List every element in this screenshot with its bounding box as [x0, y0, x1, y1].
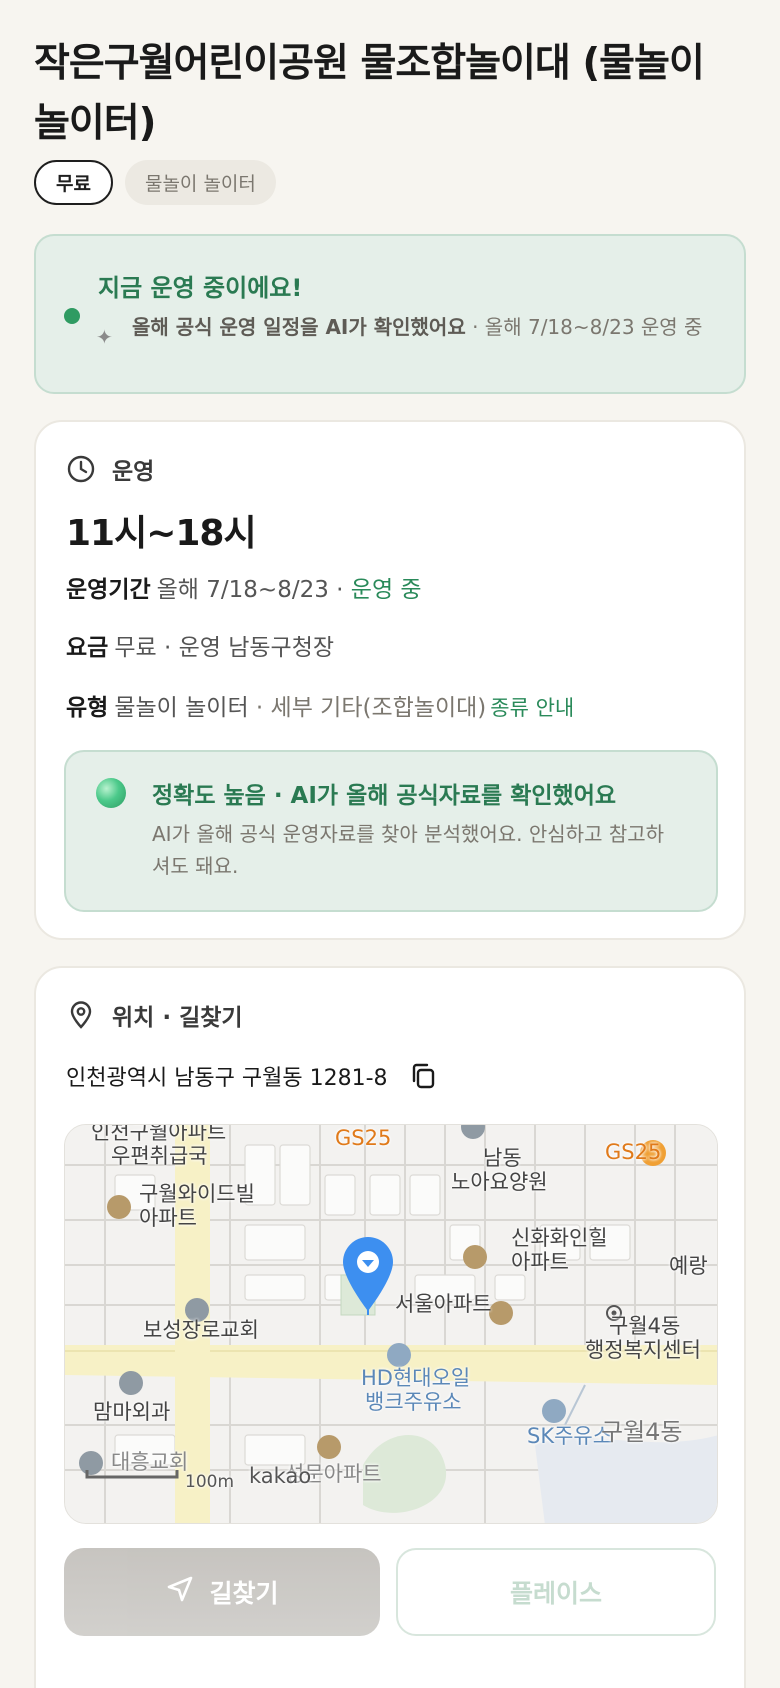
route-button[interactable]: 길찾기 — [64, 1548, 380, 1636]
address-row: 인천광역시 남동구 구월동 1281-8 — [66, 1060, 438, 1092]
period-value: 올해 7/18~8/23 · — [156, 577, 351, 603]
operation-header: 운영 — [66, 452, 154, 486]
map-label: 구월4동 — [601, 1418, 683, 1446]
fee-label: 요금 — [66, 635, 109, 661]
operating-hours: 11시~18시 — [66, 513, 257, 554]
accuracy-title: 정확도 높음 · AI가 올해 공식자료를 확인했어요 — [152, 783, 617, 809]
status-banner: 지금 운영 중이에요! ✦ 올해 공식 운영 일정을 AI가 확인했어요 · 올… — [34, 234, 746, 394]
navigation-arrow-icon — [165, 1574, 195, 1610]
map-label: 구월4동 — [609, 1314, 681, 1338]
location-header: 위치 · 길찾기 — [66, 998, 243, 1032]
map-label: 우편취급국 — [111, 1144, 208, 1168]
period-label: 운영기간 — [66, 577, 151, 603]
tag-list: 무료 물놀이 놀이터 — [34, 160, 276, 205]
location-title: 위치 · 길찾기 — [112, 1005, 243, 1031]
copy-icon[interactable] — [408, 1061, 438, 1091]
location-pin-icon — [66, 1000, 96, 1030]
operation-title: 운영 — [112, 459, 155, 485]
period-row: 운영기간 올해 7/18~8/23 · 운영 중 — [66, 570, 422, 604]
map-label: GS25 — [605, 1140, 662, 1164]
operation-card: 운영 11시~18시 운영기간 올해 7/18~8/23 · 운영 중 요금 무료 … — [34, 420, 746, 940]
map-label: 아파트 — [139, 1206, 197, 1230]
sparkle-icon: ✦ — [96, 325, 113, 349]
map-label: 뱅크주유소 — [365, 1390, 462, 1414]
place-button[interactable]: 플레이스 — [396, 1548, 716, 1636]
map-brand-label: kakao — [249, 1464, 312, 1488]
status-detail-bold: 올해 공식 운영 일정을 AI가 확인했어요 — [132, 315, 466, 339]
type-label: 유형 — [66, 695, 109, 721]
page-title: 작은구월어린이공원 물조합놀이대 (물놀이 놀이터) — [34, 41, 705, 146]
map-scale-label: 100m — [185, 1472, 235, 1492]
accuracy-body: AI가 올해 공식 운영자료를 찾아 분석했어요. 안심하고 참고하셔도 돼요. — [152, 822, 665, 878]
map-label: 아파트 — [511, 1250, 569, 1274]
map-label: 맘마외과 — [93, 1400, 171, 1424]
type-detail: · 세부 기타(조합놀이대) — [248, 695, 487, 721]
type-value: 물놀이 놀이터 — [114, 695, 249, 721]
accuracy-notice: 정확도 높음 · AI가 올해 공식자료를 확인했어요 AI가 올해 공식 운영… — [64, 750, 718, 912]
map-label: 행정복지센터 — [585, 1338, 701, 1362]
fee-row: 요금 무료 · 운영 남동구청장 — [66, 628, 334, 662]
status-headline: 지금 운영 중이에요! — [98, 274, 303, 302]
route-button-label: 길찾기 — [209, 1579, 279, 1608]
map-label: 보성장로교회 — [143, 1318, 259, 1342]
status-detail-rest: · 올해 7/18~8/23 운영 중 — [465, 315, 703, 339]
type-guide-link[interactable]: 종류 안내 — [490, 696, 574, 720]
status-dot-icon — [64, 308, 80, 324]
fee-value: 무료 · 운영 남동구청장 — [114, 635, 335, 661]
map-label: 구월와이드빌 — [139, 1182, 255, 1206]
map-label: 신화화인힐 — [511, 1226, 608, 1250]
map-label: HD현대오일 — [361, 1366, 471, 1390]
period-status: 운영 중 — [350, 577, 422, 603]
ai-orb-icon — [96, 778, 126, 808]
map-label: 노아요양원 — [451, 1170, 548, 1194]
map-label: SK주유소 — [527, 1424, 613, 1448]
tag-type: 물놀이 놀이터 — [124, 160, 276, 205]
tag-free: 무료 — [34, 160, 113, 205]
address-text: 인천광역시 남동구 구월동 1281-8 — [66, 1066, 388, 1091]
map-label: 인천구월아파트 — [91, 1124, 227, 1144]
map-label: 서울아파트 — [395, 1292, 492, 1316]
map-label: 남동 — [483, 1146, 522, 1170]
map-label: 대흥교회 — [111, 1450, 189, 1474]
place-button-label: 플레이스 — [509, 1579, 602, 1608]
map-label: GS25 — [335, 1126, 392, 1150]
type-row: 유형 물놀이 놀이터 · 세부 기타(조합놀이대) 종류 안내 — [66, 688, 574, 722]
map-label: 예랑 — [669, 1254, 708, 1278]
page: 작은구월어린이공원 물조합놀이대 (물놀이 놀이터) 무료 물놀이 놀이터 지금… — [0, 0, 780, 1688]
map-view[interactable]: 인천구월아파트 우편취급국 GS25 GS25 남동 노아요양원 구월와이드빌 … — [64, 1124, 718, 1524]
action-bar: 길찾기 플레이스 — [64, 1548, 716, 1636]
clock-icon — [66, 454, 96, 484]
status-detail: 올해 공식 운영 일정을 AI가 확인했어요 · 올해 7/18~8/23 운영… — [132, 314, 728, 341]
